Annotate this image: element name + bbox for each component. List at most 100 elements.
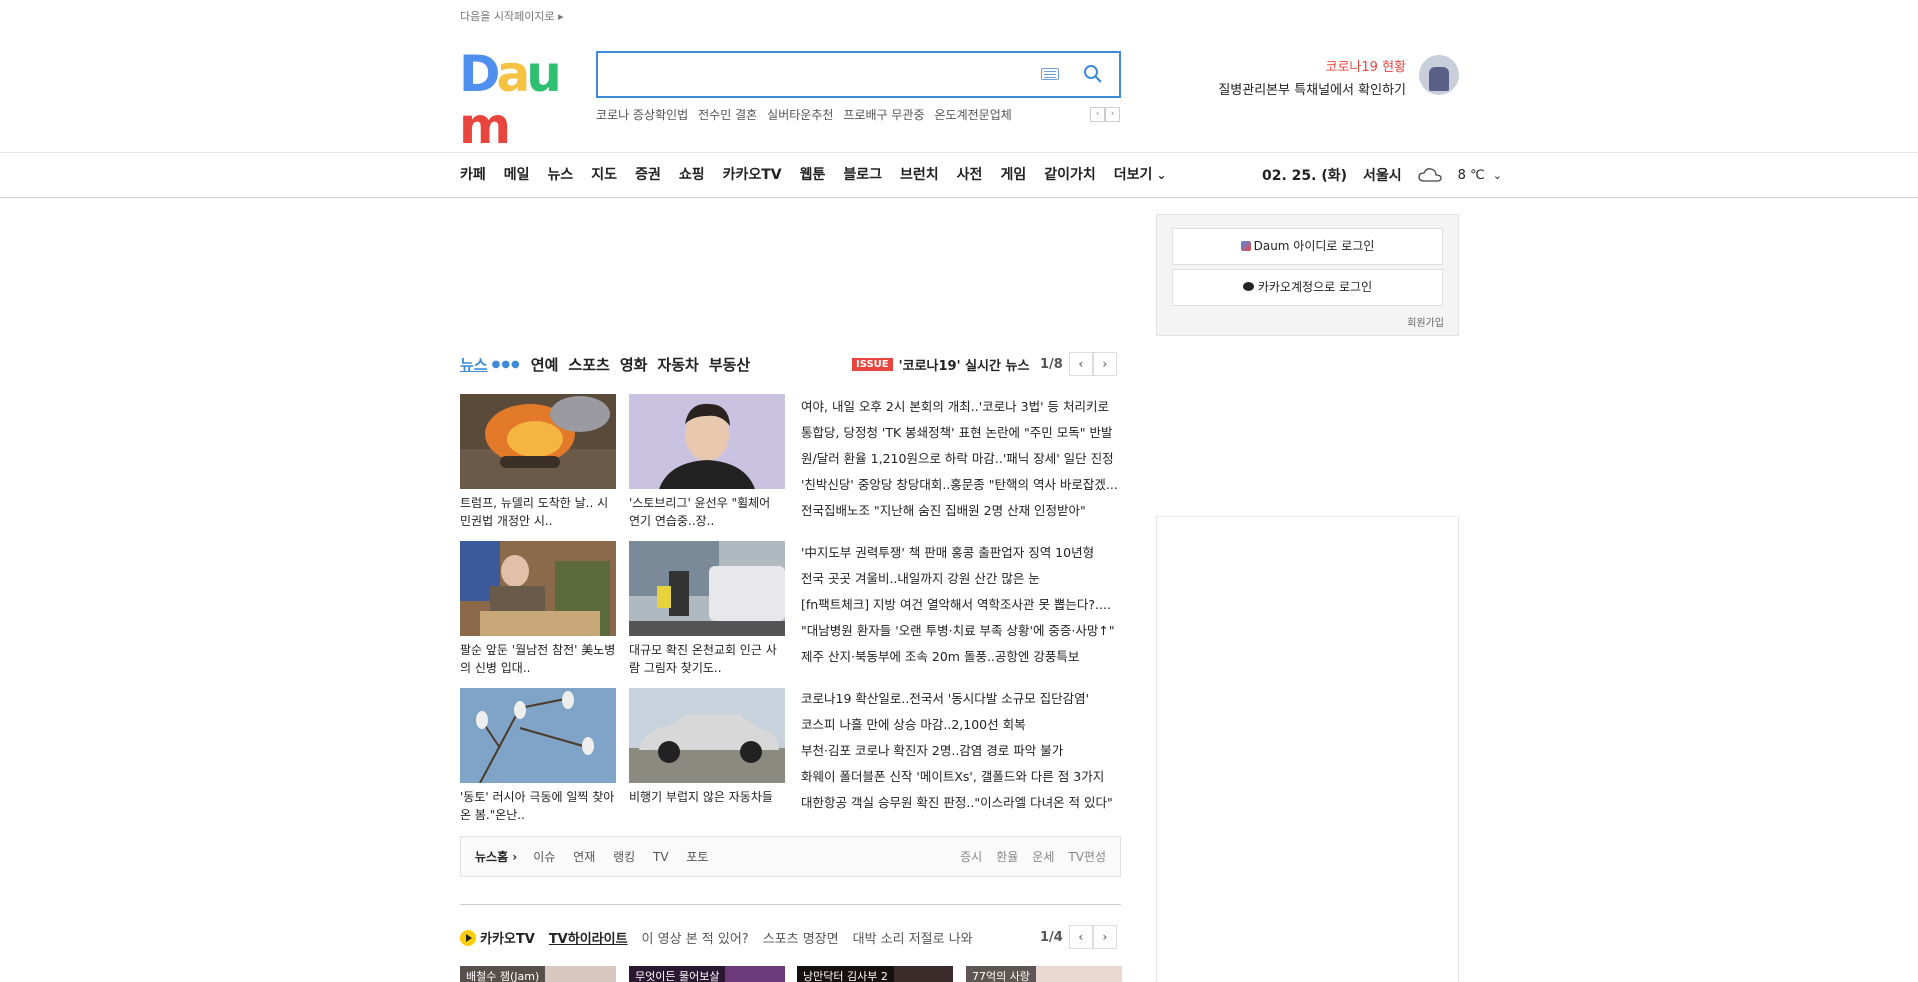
tab-entertainment[interactable]: 연예 [531, 354, 559, 375]
tab-seen-video[interactable]: 이 영상 본 적 있어? [642, 928, 749, 947]
tab-tv-highlight[interactable]: TV하이라이트 [549, 928, 628, 947]
video-thumbnail[interactable]: 낭만닥터 김사부 2 [797, 966, 953, 982]
nav-item-cafe[interactable]: 카페 [460, 164, 486, 184]
news-thumbnail[interactable] [460, 688, 616, 783]
suggestion-item[interactable]: 전수민 결혼 [698, 106, 757, 123]
footer-link-tv-schedule[interactable]: TV편성 [1068, 848, 1106, 865]
chevron-right-icon[interactable]: › [1092, 925, 1117, 949]
nav-item-game[interactable]: 게임 [1000, 164, 1026, 184]
nav-item-dictionary[interactable]: 사전 [957, 164, 983, 184]
footer-link-tv[interactable]: TV [653, 850, 669, 864]
footer-link-ranking[interactable]: 랭킹 [613, 850, 635, 864]
news-caption[interactable]: 트럼프, 뉴델리 도착한 날.. 시민권법 개정안 시.. [460, 494, 616, 530]
nav-item-news[interactable]: 뉴스 [548, 164, 574, 184]
nav-item-kakaotv[interactable]: 카카오TV [723, 164, 782, 184]
video-thumbnail[interactable]: 77억의 사랑 [966, 966, 1122, 982]
headline-link[interactable]: 화웨이 폴더블폰 신작 '메이트Xs', 갤폴드와 다른 점 3가지 [801, 764, 1121, 790]
footer-link-issue[interactable]: 이슈 [533, 850, 555, 864]
news-caption[interactable]: '동토' 러시아 극동에 일찍 찾아온 봄."온난.. [460, 788, 616, 824]
footer-link-exchange[interactable]: 환율 [996, 848, 1018, 865]
search-icon[interactable] [1083, 64, 1103, 84]
tab-movie[interactable]: 영화 [620, 354, 648, 375]
headline-link[interactable]: '中지도부 권력투쟁' 책 판매 홍콩 출판업자 징역 10년형 [801, 540, 1121, 566]
news-caption[interactable]: 대규모 확진 온천교회 인근 사람 그림자 찾기도.. [629, 641, 785, 677]
headline-link[interactable]: '친박신당' 중앙당 창당대회..홍문종 "탄핵의 역사 바로잡겠... [801, 472, 1121, 498]
chevron-left-icon[interactable]: ‹ [1068, 925, 1093, 949]
news-home-link[interactable]: 뉴스홈 › [475, 848, 517, 865]
nav-item-blog[interactable]: 블로그 [843, 164, 882, 184]
chevron-left-icon[interactable]: ‹ [1068, 352, 1093, 376]
daum-logo[interactable]: Daum [459, 48, 577, 152]
nav-more-button[interactable]: 더보기 [1114, 164, 1167, 184]
footer-link-photo[interactable]: 포토 [686, 850, 708, 864]
chevron-right-icon[interactable]: › [1105, 107, 1120, 122]
tab-news[interactable]: 뉴스 [460, 354, 488, 375]
headline-link[interactable]: 통합당, 당정청 'TK 봉쇄정책' 표현 논란에 "주민 모독" 반발 [801, 420, 1121, 446]
start-page-link[interactable]: 다음을 시작페이지로 ▸ [460, 8, 564, 24]
nav-item-together[interactable]: 같이가치 [1044, 164, 1096, 184]
headline-link[interactable]: 전국 곳곳 겨울비..내일까지 강원 산간 많은 눈 [801, 566, 1121, 592]
nav-item-map[interactable]: 지도 [591, 164, 617, 184]
news-thumbnail[interactable] [460, 394, 616, 489]
video-thumbnail[interactable]: 무엇이든 물어보살 [629, 966, 785, 982]
kakaotv-title: 카카오TV [480, 932, 535, 947]
daum-login-button[interactable]: Daum 아이디로 로그인 [1172, 228, 1443, 265]
footer-link-stock[interactable]: 증시 [960, 848, 982, 865]
nav-item-brunch[interactable]: 브런치 [900, 164, 939, 184]
keyboard-icon[interactable] [1041, 68, 1059, 80]
news-thumbnail[interactable] [629, 541, 785, 636]
weather-widget[interactable]: 02. 25. (화) 서울시 8 ℃ ⌄ [1262, 165, 1502, 185]
nav-item-mail[interactable]: 메일 [504, 164, 530, 184]
corona-banner[interactable]: 코로나19 현황 질병관리본부 특채널에서 확인하기 [1150, 56, 1406, 98]
chevron-down-icon[interactable]: ⌄ [1493, 169, 1502, 182]
tab-wow[interactable]: 대박 소리 저절로 나와 [853, 928, 973, 947]
news-caption[interactable]: 비행기 부럽지 않은 자동차들 [629, 788, 785, 806]
nav-item-webtoon[interactable]: 웹툰 [800, 164, 826, 184]
news-thumbnail[interactable] [629, 688, 785, 783]
page-indicator: 1/8 [1040, 356, 1063, 372]
suggestion-item[interactable]: 프로배구 무관중 [843, 106, 924, 123]
footer-link-fortune[interactable]: 운세 [1032, 848, 1054, 865]
headline-link[interactable]: 대한항공 객실 승무원 확진 판정.."이스라엘 다녀온 적 있다" [801, 790, 1121, 816]
nav-item-stock[interactable]: 증권 [635, 164, 661, 184]
headline-link[interactable]: "대남병원 환자들 '오랜 투병·치료 부족 상황'에 중증·사망↑" [801, 618, 1121, 644]
date-text: 02. 25. (화) [1262, 168, 1348, 184]
headline-link[interactable]: 여야, 내일 오후 2시 본회의 개최..'코로나 3법' 등 처리키로 [801, 394, 1121, 420]
issue-headline[interactable]: ISSUE '코로나19' 실시간 뉴스 [852, 355, 1029, 374]
chevron-left-icon[interactable]: ‹ [1090, 107, 1105, 122]
suggestion-item[interactable]: 실버타운추천 [767, 106, 833, 123]
footer-link-series[interactable]: 연재 [573, 850, 595, 864]
chevron-right-icon[interactable]: › [1092, 352, 1117, 376]
headline-link[interactable]: 코스피 나흘 만에 상승 마감..2,100선 회복 [801, 712, 1121, 738]
headline-group: '中지도부 권력투쟁' 책 판매 홍콩 출판업자 징역 10년형 전국 곳곳 겨… [801, 540, 1121, 670]
suggestion-item[interactable]: 온도계전문업체 [935, 106, 1012, 123]
search-box[interactable] [596, 51, 1121, 98]
search-input[interactable] [608, 63, 1008, 87]
news-pager: 1/8 ‹ › [1040, 352, 1117, 376]
headline-link[interactable]: 제주 산지·북동부에 조속 20m 돌풍..공항엔 강풍특보 [801, 644, 1121, 670]
tab-realestate[interactable]: 부동산 [709, 354, 750, 375]
news-thumbnail[interactable] [629, 394, 785, 489]
suggestion-item[interactable]: 코로나 증상확인법 [596, 106, 688, 123]
mascot-avatar[interactable] [1419, 55, 1459, 95]
tab-sports[interactable]: 스포츠 [568, 354, 609, 375]
news-caption[interactable]: 팔순 앞둔 '월남전 참전' 美노병의 신병 입대.. [460, 641, 616, 677]
ad-banner[interactable] [1156, 516, 1459, 982]
headline-link[interactable]: 부천·김포 코로나 확진자 2명..감염 경로 파악 불가 [801, 738, 1121, 764]
tab-sports-scene[interactable]: 스포츠 명장면 [763, 928, 839, 947]
tab-car[interactable]: 자동차 [657, 354, 698, 375]
news-thumbnail[interactable] [460, 541, 616, 636]
headline-link[interactable]: 전국집배노조 "지난해 숨진 집배원 2명 산재 인정받아" [801, 498, 1121, 524]
kakao-login-button[interactable]: 카카오계정으로 로그인 [1172, 269, 1443, 306]
headline-link[interactable]: 원/달러 환율 1,210원으로 하락 마감..'패닉 장세' 일단 진정 [801, 446, 1121, 472]
news-caption[interactable]: '스토브리그' 윤선우 "휠체어 연기 연습중..장.. [629, 494, 785, 530]
video-thumbnail[interactable]: 배철수 잼(Jam) [460, 966, 616, 982]
headline-link[interactable]: 코로나19 확산일로..전국서 '동시다발 소규모 집단감염' [801, 686, 1121, 712]
kakaotv-logo[interactable]: 카카오TV [460, 928, 535, 947]
headline-link[interactable]: [fn팩트체크] 지방 여건 열악해서 역학조사관 못 뽑는다?.... [801, 592, 1121, 618]
join-link[interactable]: 회원가입 [1407, 314, 1444, 329]
nav-item-shopping[interactable]: 쇼핑 [679, 164, 705, 184]
login-box: Daum 아이디로 로그인 카카오계정으로 로그인 회원가입 [1156, 214, 1459, 336]
video-label: 무엇이든 물어보살 [629, 966, 726, 982]
divider [0, 152, 1918, 153]
